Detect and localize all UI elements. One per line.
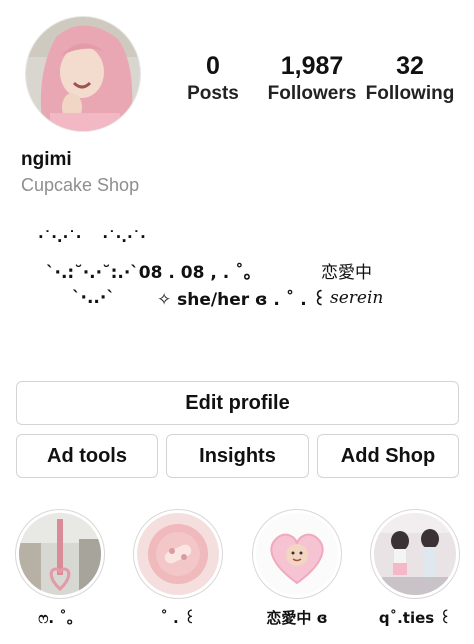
highlight-caption: q˚.ties ꒰ (378, 609, 452, 627)
highlight-caption: ෆ. ˚。 (38, 609, 82, 627)
anime-girls-photo (374, 513, 456, 595)
highlight-ring (370, 509, 460, 599)
highlight-thumbnail (137, 513, 219, 595)
highlight-thumbnail (256, 513, 338, 595)
highlight-caption: 恋愛中 ɞ (266, 609, 328, 627)
followers-count: 1,987 (280, 52, 344, 80)
bio-line-3-mid: ✧ she/her ɞ . ˚ . ꒰ (157, 290, 326, 310)
insights-button[interactable]: Insights (166, 434, 309, 478)
posts-label: Posts (187, 83, 239, 104)
bio-line-1: ·˙·.·˙· ·˙·.·˙· (38, 228, 146, 246)
highlight-thumbnail (19, 513, 101, 595)
pink-button-photo (137, 513, 219, 595)
bio-line-2: `·.:˘·.·˘:.·`08 . 08 , . ˚。 (46, 263, 261, 283)
bio-line-3: `·..·` (72, 288, 115, 308)
posts-count: 0 (206, 52, 220, 80)
add-shop-button[interactable]: Add Shop (317, 434, 459, 478)
highlight-ring (15, 509, 105, 599)
highlight-ring (133, 509, 223, 599)
edit-profile-button[interactable]: Edit profile (16, 381, 459, 425)
story-highlight[interactable]: 恋愛中 ɞ (249, 509, 345, 628)
story-highlight[interactable]: ෆ. ˚。 (12, 509, 108, 628)
heart-key-photo (19, 513, 101, 595)
profile-category: Cupcake Shop (21, 175, 140, 195)
story-highlight[interactable]: ˚ . ꒰ (130, 509, 226, 627)
heart-photo (256, 513, 338, 595)
followers-stat[interactable]: 1,987 Followers (262, 52, 362, 106)
story-highlight[interactable]: q˚.ties ꒰ (367, 509, 463, 627)
highlight-caption: ˚ . ꒰ (160, 609, 196, 627)
profile-avatar[interactable] (25, 16, 141, 132)
following-stat[interactable]: 32 Following (364, 52, 456, 106)
highlight-thumbnail (374, 513, 456, 595)
ad-tools-button[interactable]: Ad tools (16, 434, 158, 478)
followers-label: Followers (267, 83, 357, 104)
following-count: 32 (396, 52, 424, 80)
bio-line-3-end: serein (330, 288, 384, 308)
posts-stat[interactable]: 0 Posts (182, 52, 244, 106)
profile-username: ngimi (21, 149, 72, 170)
following-label: Following (365, 83, 455, 104)
bio-line-2-right: 恋愛中 (321, 263, 372, 283)
highlight-ring (252, 509, 342, 599)
avatar-photo (26, 17, 140, 131)
